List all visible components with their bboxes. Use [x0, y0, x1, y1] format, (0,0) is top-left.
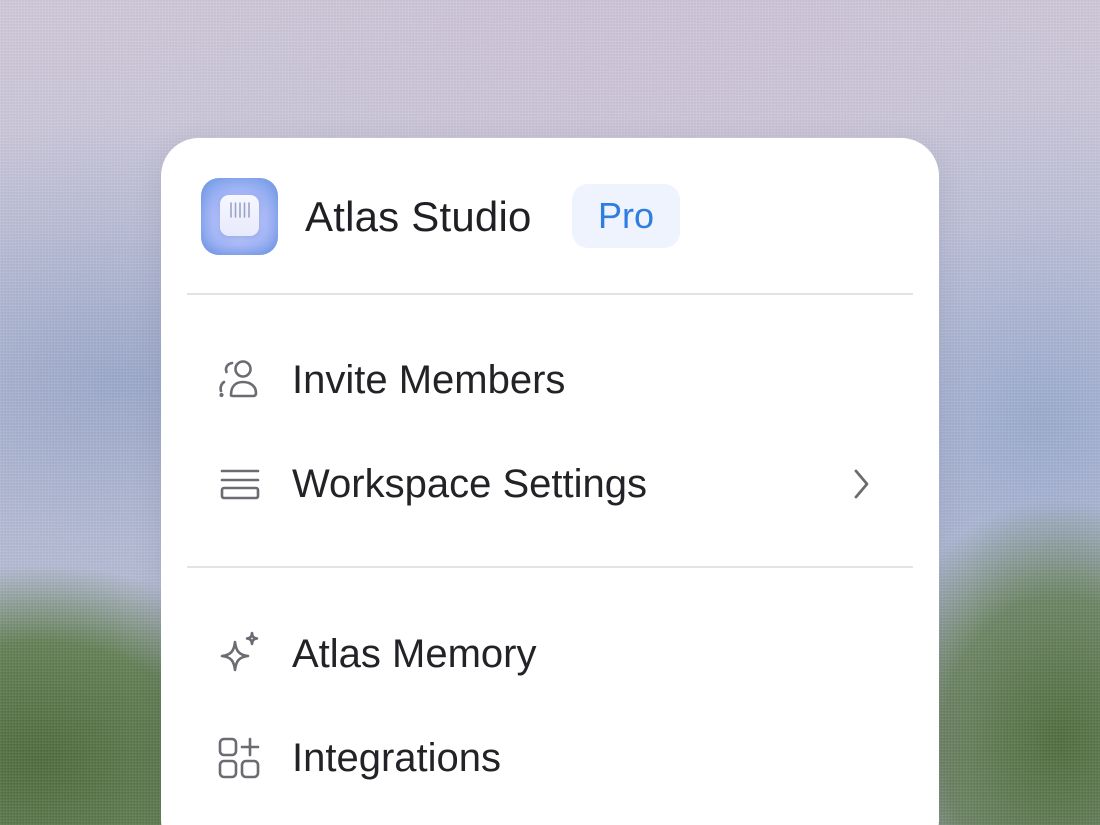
- menu-item-atlas-memory[interactable]: Atlas Memory: [161, 608, 939, 700]
- menu-item-label: Integrations: [292, 736, 502, 780]
- workspace-menu-panel: Atlas Studio Pro Invite Members Workspac…: [161, 138, 939, 825]
- divider: [187, 293, 913, 295]
- menu-item-integrations[interactable]: Integrations: [161, 712, 939, 804]
- sparkle-icon: [220, 631, 259, 672]
- chevron-right-icon: [854, 469, 869, 499]
- workspace-header[interactable]: Atlas Studio Pro: [161, 138, 939, 294]
- person-add-icon: [219, 360, 258, 398]
- menu-item-label: Workspace Settings: [292, 462, 647, 506]
- menu-item-label: Invite Members: [292, 358, 566, 402]
- atlas-app-icon: [201, 178, 278, 255]
- plan-badge: Pro: [572, 184, 680, 248]
- menu-item-workspace-settings[interactable]: Workspace Settings: [161, 438, 939, 530]
- settings-lines-icon: [220, 469, 260, 500]
- menu-item-invite-members[interactable]: Invite Members: [161, 334, 939, 426]
- grid-plus-icon: [218, 737, 260, 779]
- divider: [187, 566, 913, 568]
- workspace-name: Atlas Studio: [305, 193, 532, 240]
- menu-item-label: Atlas Memory: [292, 632, 537, 676]
